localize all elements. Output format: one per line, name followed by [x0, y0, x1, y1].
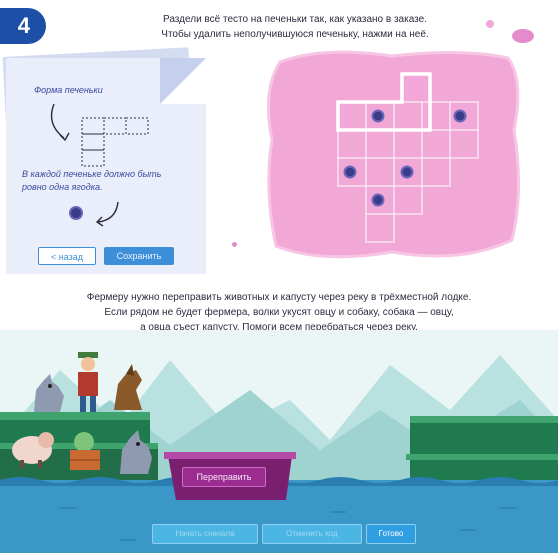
arrow-icon: [50, 103, 65, 139]
cookie-instruction-line: Раздели всё тесто на печеньки так, как у…: [163, 14, 427, 25]
berry-icon: [371, 109, 385, 123]
river-instruction-line: Если рядом не будет фермера, волки укуся…: [104, 307, 454, 318]
save-button[interactable]: Сохранить: [104, 247, 174, 265]
decor-dot: [232, 242, 237, 247]
arrow-icon: [97, 201, 119, 223]
river-scene-art: [0, 352, 558, 553]
cookie-shape-diagram: [50, 103, 149, 167]
dog-icon: [114, 364, 142, 410]
cookie-shape-outline: [81, 117, 149, 167]
task-number-badge: 4: [0, 8, 46, 44]
berry-hint-label: В каждой печеньке должно быть ровно одна…: [22, 169, 162, 192]
decor-blobs: [486, 20, 534, 43]
undo-move-button[interactable]: Отменить ход: [262, 524, 362, 544]
berry-icon: [343, 165, 357, 179]
dough-blob: [266, 50, 521, 259]
berry-icon: [400, 165, 414, 179]
berry-icon: [453, 109, 467, 123]
river-scene: [0, 330, 558, 553]
berry-icon: [69, 206, 83, 220]
berry-icon: [371, 193, 385, 207]
berry-example: [69, 201, 119, 227]
right-bank: [410, 416, 558, 486]
cookie-shape-label: Форма печеньки: [34, 85, 103, 95]
dough-board: [266, 50, 521, 259]
river-instruction-line: Фермеру нужно переправить животных и кап…: [86, 292, 472, 303]
start-over-button[interactable]: Начать сначала: [152, 524, 258, 544]
done-button[interactable]: Готово: [366, 524, 416, 544]
cookie-task-panel: Раздели всё тесто на печеньки так, как у…: [0, 0, 558, 275]
back-button[interactable]: < назад: [38, 247, 96, 265]
ship-button[interactable]: Переправить: [182, 467, 266, 487]
river-instructions: Фермеру нужно переправить животных и кап…: [40, 290, 518, 335]
order-sheet-fold: [160, 58, 206, 104]
cookie-instructions: Раздели всё тесто на печеньки так, как у…: [105, 12, 485, 42]
